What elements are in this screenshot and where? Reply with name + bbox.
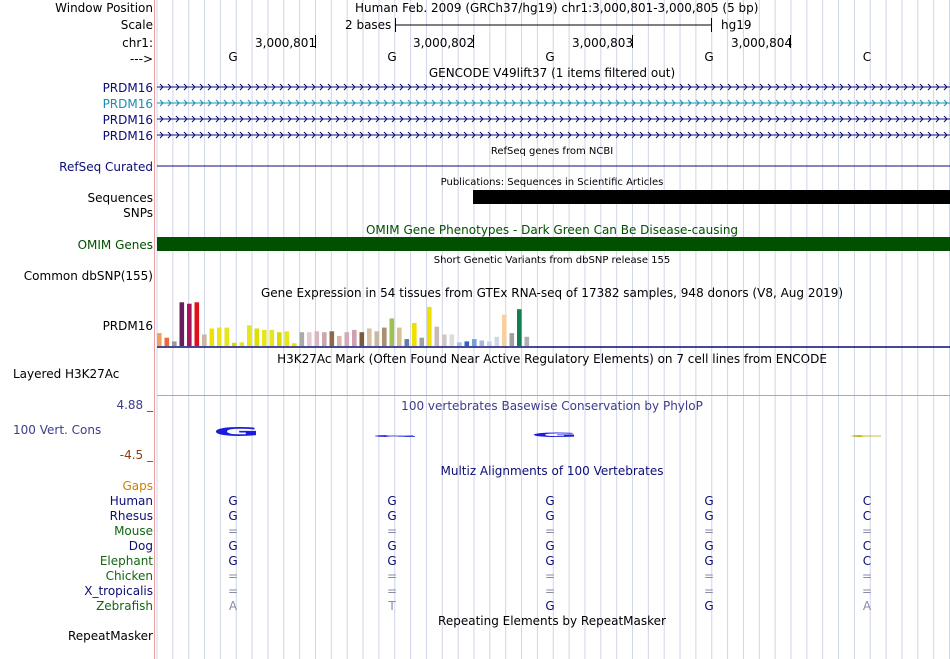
aligned-base: G <box>228 509 238 523</box>
assembly-title: Human Feb. 2009 (GRCh37/hg19) chr1:3,000… <box>355 1 759 15</box>
aligned-base: C <box>862 554 872 568</box>
aligned-base: G <box>545 509 555 523</box>
scale-label: Scale <box>120 18 153 32</box>
aligned-base: = <box>386 569 398 583</box>
species-label[interactable]: Chicken <box>106 569 153 583</box>
species-label[interactable]: X_tropicalis <box>84 584 153 598</box>
species-label[interactable]: Dog <box>129 539 153 553</box>
aligned-base: G <box>704 509 714 523</box>
multiz-track-title: Multiz Alignments of 100 Vertebrates <box>440 464 664 478</box>
aligned-base: = <box>227 569 239 583</box>
aligned-base: G <box>704 539 714 553</box>
scale-bar-text: 2 bases <box>345 18 392 32</box>
position-tick-label: 3,000,804 <box>731 36 793 50</box>
aligned-base: = <box>703 584 715 598</box>
gene-label-prdm16[interactable]: PRDM16 <box>103 129 153 143</box>
repeatmasker-label[interactable]: RepeatMasker <box>68 629 153 643</box>
gtex-track-title: Gene Expression in 54 tissues from GTEx … <box>260 286 844 300</box>
omim-genes-label[interactable]: OMIM Genes <box>78 238 153 252</box>
aligned-base: = <box>703 569 715 583</box>
aligned-base: G <box>545 599 555 613</box>
gene-label-prdm16[interactable]: PRDM16 <box>103 81 153 95</box>
aligned-base: T <box>388 599 396 613</box>
gencode-track-title: GENCODE V49lift37 (1 items filtered out) <box>428 66 676 80</box>
vert-cons-label[interactable]: 100 Vert. Cons <box>13 423 101 437</box>
base-letter: G <box>387 50 397 64</box>
species-label[interactable]: Rhesus <box>110 509 153 523</box>
aligned-base: G <box>228 494 238 508</box>
refseq-curated-label[interactable]: RefSeq Curated <box>59 160 153 174</box>
aligned-base: G <box>228 539 238 553</box>
aligned-base: G <box>387 539 397 553</box>
dbsnp-track-title: Short Genetic Variants from dbSNP releas… <box>433 255 671 266</box>
aligned-base: G <box>545 554 555 568</box>
repeatmasker-track-title: Repeating Elements by RepeatMasker <box>438 614 666 628</box>
scale-db-label: hg19 <box>721 18 752 32</box>
species-label[interactable]: Elephant <box>100 554 153 568</box>
base-letter: G <box>228 50 238 64</box>
aligned-base: A <box>862 599 872 613</box>
species-label[interactable]: Zebrafish <box>96 599 153 613</box>
aligned-base: = <box>227 524 239 538</box>
aligned-base: G <box>545 539 555 553</box>
aligned-base: G <box>387 554 397 568</box>
aligned-base: A <box>228 599 238 613</box>
base-letter: C <box>862 50 872 64</box>
phylop-max-label: 4.88 _ <box>116 398 153 412</box>
aligned-base: G <box>228 554 238 568</box>
publications-track-title: Publications: Sequences in Scientific Ar… <box>440 177 664 188</box>
aligned-base: = <box>544 569 556 583</box>
window-position-label: Window Position <box>55 1 153 15</box>
snps-label[interactable]: SNPs <box>123 206 153 220</box>
species-label[interactable]: Mouse <box>114 524 153 538</box>
aligned-base: = <box>861 584 873 598</box>
aligned-base: G <box>387 494 397 508</box>
position-tick-label: 3,000,802 <box>413 36 475 50</box>
omim-track-title: OMIM Gene Phenotypes - Dark Green Can Be… <box>365 223 739 237</box>
sequences-label[interactable]: Sequences <box>88 191 153 205</box>
position-tick-label: 3,000,801 <box>255 36 317 50</box>
base-letter: G <box>704 50 714 64</box>
gene-label-prdm16[interactable]: PRDM16 <box>103 97 153 111</box>
aligned-base: C <box>862 539 872 553</box>
common-dbsnp-label[interactable]: Common dbSNP(155) <box>24 269 153 283</box>
aligned-base: G <box>704 494 714 508</box>
aligned-base: C <box>862 494 872 508</box>
aligned-base: = <box>861 524 873 538</box>
phylop-min-label: -4.5 _ <box>119 448 153 462</box>
aligned-base: C <box>862 509 872 523</box>
h3k27ac-track-title: H3K27Ac Mark (Often Found Near Active Re… <box>277 352 827 366</box>
layered-h3k27ac-label[interactable]: Layered H3K27Ac <box>13 367 119 381</box>
gtex-gene-label[interactable]: PRDM16 <box>103 319 153 333</box>
refseq-track-title: RefSeq genes from NCBI <box>490 146 614 157</box>
base-letter: G <box>545 50 555 64</box>
aligned-base: = <box>386 524 398 538</box>
position-tick-label: 3,000,803 <box>572 36 634 50</box>
strand-label: ---> <box>129 52 153 66</box>
aligned-base: = <box>861 569 873 583</box>
aligned-base: G <box>704 599 714 613</box>
aligned-base: = <box>227 584 239 598</box>
gaps-label: Gaps <box>122 479 153 493</box>
aligned-base: = <box>386 584 398 598</box>
genome-browser-image[interactable]: Window Position Human Feb. 2009 (GRCh37/… <box>0 0 950 659</box>
gene-label-prdm16[interactable]: PRDM16 <box>103 113 153 127</box>
aligned-base: = <box>544 584 556 598</box>
chrom-label: chr1: <box>122 36 153 50</box>
phylop-track-title: 100 vertebrates Basewise Conservation by… <box>401 399 703 413</box>
species-label[interactable]: Human <box>110 494 153 508</box>
aligned-base: G <box>387 509 397 523</box>
aligned-base: G <box>545 494 555 508</box>
aligned-base: G <box>704 554 714 568</box>
aligned-base: = <box>544 524 556 538</box>
aligned-base: = <box>703 524 715 538</box>
